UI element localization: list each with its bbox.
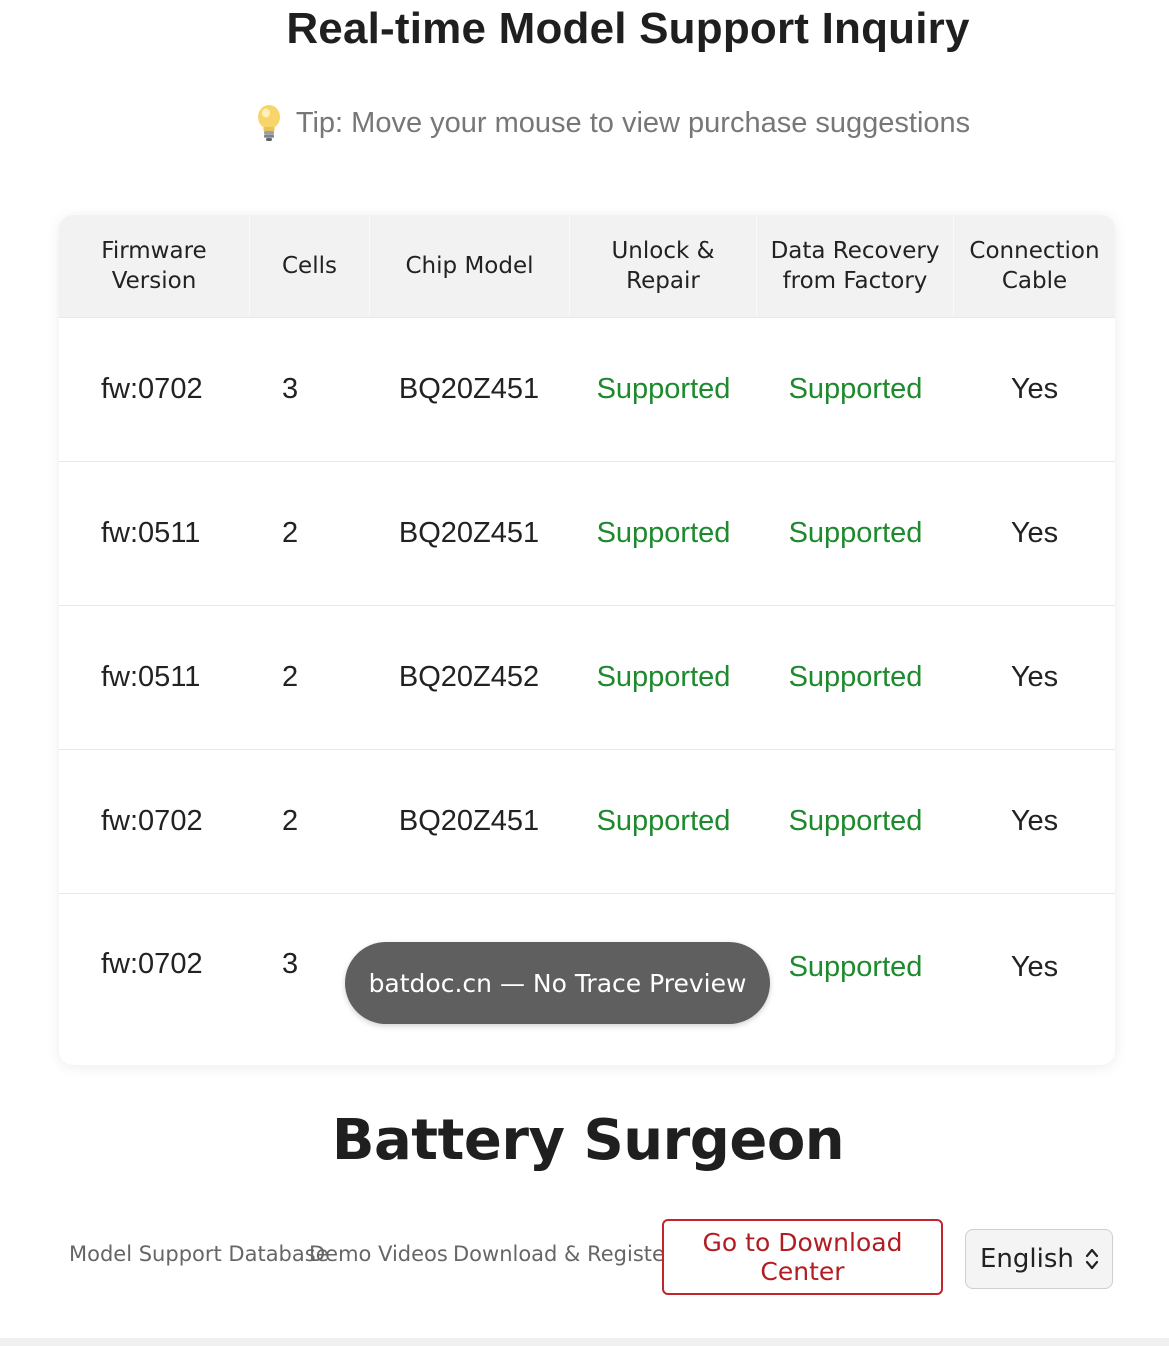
table-row[interactable]: fw:0511 2 BQ20Z451 Supported Supported Y…: [59, 461, 1115, 605]
language-selected: English: [980, 1244, 1074, 1274]
table-header: Firmware Version Cells Chip Model Unlock…: [59, 215, 1115, 317]
cell-recovery: Supported: [788, 373, 923, 405]
nav-download-register[interactable]: Download & Register: [453, 1242, 674, 1266]
cell-unlock: Supported: [596, 805, 731, 837]
header-data-recovery: Data Recovery from Factory: [757, 215, 954, 317]
lightbulb-icon: [257, 105, 280, 141]
tip-banner: Tip: Move your mouse to view purchase su…: [0, 104, 1169, 142]
nav-model-support-database[interactable]: Model Support Database: [69, 1242, 329, 1266]
nav-demo-videos[interactable]: Demo Videos: [309, 1242, 448, 1266]
cell-firmware: fw:0702: [101, 948, 203, 980]
cell-cable: Yes: [1010, 661, 1059, 693]
cell-firmware: fw:0702: [101, 805, 203, 837]
cell-cable: Yes: [1010, 373, 1059, 405]
cell-cells: 2: [282, 805, 299, 837]
header-firmware-version: Firmware Version: [59, 215, 250, 317]
header-chip-model: Chip Model: [370, 215, 570, 317]
cell-chip: BQ20Z451: [398, 805, 540, 837]
support-table: Firmware Version Cells Chip Model Unlock…: [59, 215, 1115, 1065]
cell-firmware: fw:0702: [101, 373, 203, 405]
cell-chip: BQ20Z451: [398, 373, 540, 405]
cell-cable: Yes: [1010, 805, 1059, 837]
cell-recovery: Supported: [788, 951, 923, 983]
language-select[interactable]: English: [965, 1229, 1113, 1289]
bottom-divider: [0, 1338, 1169, 1346]
cell-unlock: Supported: [596, 517, 731, 549]
cell-unlock: Supported: [596, 661, 731, 693]
table-row[interactable]: fw:0511 2 BQ20Z452 Supported Supported Y…: [59, 605, 1115, 749]
cell-chip: BQ20Z451: [398, 517, 540, 549]
cell-recovery: Supported: [788, 517, 923, 549]
cell-recovery: Supported: [788, 805, 923, 837]
cell-recovery: Supported: [788, 661, 923, 693]
page: Real-time Model Support Inquiry Tip: Mov…: [0, 0, 1169, 1346]
header-cells: Cells: [250, 215, 370, 317]
cell-unlock: Supported: [596, 373, 731, 405]
table-row[interactable]: fw:0702 2 BQ20Z451 Supported Supported Y…: [59, 749, 1115, 893]
cell-firmware: fw:0511: [101, 517, 201, 549]
cell-cells: 3: [282, 373, 299, 405]
cell-chip: BQ20Z452: [398, 661, 540, 693]
header-unlock-repair: Unlock & Repair: [570, 215, 757, 317]
preview-toast: batdoc.cn — No Trace Preview: [345, 942, 770, 1024]
download-center-button[interactable]: Go to Download Center: [662, 1219, 943, 1295]
cell-cable: Yes: [1010, 951, 1059, 983]
cell-firmware: fw:0511: [101, 661, 201, 693]
header-connection-cable: Connection Cable: [969, 237, 1100, 294]
tip-text: Tip: Move your mouse to view purchase su…: [295, 106, 971, 139]
chevron-up-down-icon: [1085, 1248, 1099, 1270]
cell-cells: 2: [282, 661, 299, 693]
page-title: Real-time Model Support Inquiry: [286, 4, 970, 53]
table-row[interactable]: fw:0702 3 BQ20Z451 Supported Supported Y…: [59, 317, 1115, 461]
cell-cells: 2: [282, 517, 299, 549]
cell-cable: Yes: [1010, 517, 1059, 549]
brand-title: Battery Surgeon: [331, 1108, 845, 1173]
